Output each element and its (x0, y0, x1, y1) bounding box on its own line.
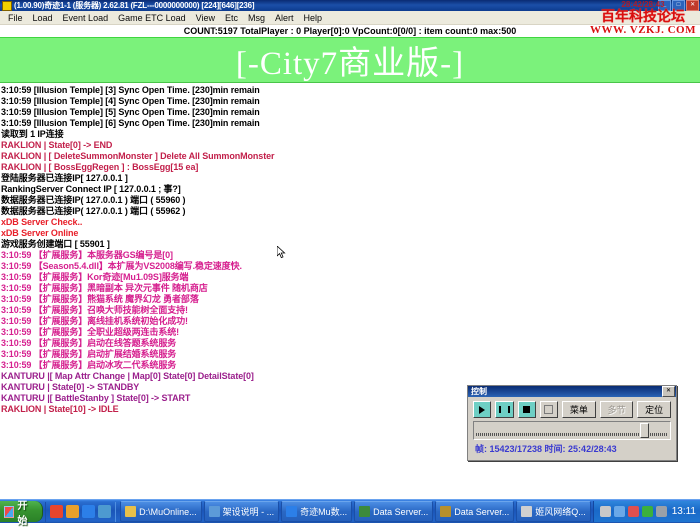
start-button-label: 开始 (17, 497, 34, 527)
playback-status: 帧: 15423/17238 时间: 25:42/28:43 (468, 440, 676, 455)
taskbar-item[interactable]: Data Server... (354, 501, 433, 522)
windows-taskbar: 开始 D:\MuOnline... 架设说明 - ... 奇迹Mu数... Da… (0, 499, 700, 523)
log-line: 3:10:59 [Illusion Temple] [3] Sync Open … (0, 85, 700, 96)
globe-icon (286, 506, 297, 517)
printer-icon[interactable] (600, 506, 611, 517)
control-panel-close-icon[interactable]: ✕ (662, 386, 675, 397)
system-tray: 13:11 (593, 501, 700, 522)
log-line: 读取到 1 IP连接 (0, 129, 700, 140)
menu-item-game-etc-load[interactable]: Game ETC Load (113, 12, 191, 24)
menu-item-help[interactable]: Help (299, 12, 328, 24)
log-line: 3:10:59 【扩展服务】启动在线答题系统服务 (0, 338, 700, 349)
shield-icon[interactable] (628, 506, 639, 517)
log-line: xDB Server Check.. (0, 217, 700, 228)
server-icon (440, 506, 451, 517)
log-line: 登陆服务器已连接IP[ 127.0.0.1 ] (0, 173, 700, 184)
menu-item-event-load[interactable]: Event Load (58, 12, 114, 24)
menubar: File Load Event Load Game ETC Load View … (0, 11, 700, 25)
playback-slider-track (476, 433, 668, 436)
section-button: 多节 (600, 401, 634, 418)
log-line: xDB Server Online (0, 228, 700, 239)
window-titlebar[interactable]: (1.00.90)奇迹1-1 (服务器) 2.62.81 (FZL---0000… (0, 0, 700, 11)
tree-icon[interactable] (642, 506, 653, 517)
log-line: 3:10:59 【扩展服务】黑暗副本 异次元事件 随机商店 (0, 283, 700, 294)
qq-icon[interactable] (50, 505, 63, 518)
log-line: 游戏服务创建端口 [ 55901 ] (0, 239, 700, 250)
log-line: 数据服务器已连接IP( 127.0.0.1 ) 端口 ( 55960 ) (0, 195, 700, 206)
log-line: 3:10:59 【扩展服务】熊猫系统 魔界幻龙 勇者部落 (0, 294, 700, 305)
playback-slider[interactable] (473, 421, 671, 440)
clock-tray-icon[interactable] (656, 506, 667, 517)
log-line: 3:10:59 【Season5.4.dll】本扩展为VS2008编写.稳定速度… (0, 261, 700, 272)
taskbar-item-label: Data Server... (373, 507, 428, 517)
folder-icon[interactable] (98, 505, 111, 518)
windows-flag-icon (4, 506, 14, 518)
taskbar-item-label: Data Server... (454, 507, 509, 517)
log-line: 3:10:59 【扩展服务】全职业超级两连击系统! (0, 327, 700, 338)
log-line: 3:10:59 【扩展服务】启动扩展结婚系统服务 (0, 349, 700, 360)
media-icon[interactable] (82, 505, 95, 518)
taskbar-item-label: 姬风网络Q... (535, 505, 586, 518)
log-line: 3:10:59 【扩展服务】召唤大师技能树全面支持! (0, 305, 700, 316)
taskbar-item[interactable]: 架设说明 - ... (204, 501, 280, 522)
taskbar-item-label: 架设说明 - ... (223, 505, 275, 518)
menu-item-msg[interactable]: Msg (243, 12, 270, 24)
window-controls: _ □ ✕ (658, 0, 700, 11)
log-line: 3:10:59 【扩展服务】Kor奇迹[Mu1.09S]服务端 (0, 272, 700, 283)
log-line: 3:10:59 [Illusion Temple] [6] Sync Open … (0, 118, 700, 129)
taskbar-item[interactable]: 奇迹Mu数... (281, 501, 352, 522)
maximize-button[interactable]: □ (672, 0, 685, 11)
version-banner-text: [-City7商业版-] (236, 36, 464, 84)
folder-icon (125, 506, 136, 517)
version-banner: [-City7商业版-] (0, 37, 700, 83)
menu-button[interactable]: 菜单 (562, 401, 596, 418)
taskbar-item[interactable]: Data Server... (435, 501, 514, 522)
log-line: RAKLION | [ BossEggRegen ] : BossEgg[15 … (0, 162, 700, 173)
taskbar-item[interactable]: 姬风网络Q... (516, 501, 591, 522)
taskbar-item-label: 奇迹Mu数... (300, 505, 347, 518)
frame-step-button[interactable] (540, 401, 558, 418)
stop-button[interactable] (518, 401, 536, 418)
close-button[interactable]: ✕ (686, 0, 699, 11)
menu-item-load[interactable]: Load (28, 12, 58, 24)
control-panel-titlebar[interactable]: 控制 ✕ (468, 386, 676, 397)
network-icon[interactable] (614, 506, 625, 517)
log-line: 3:10:59 【扩展服务】启动冰攻二代系统服务 (0, 360, 700, 371)
start-button[interactable]: 开始 (0, 501, 43, 522)
chat-icon (521, 506, 532, 517)
control-panel-buttons: 菜单 多节 定位 (468, 397, 676, 420)
recorder-control-panel[interactable]: 控制 ✕ 菜单 多节 定位 帧: 15423/17238 时间: 25:42/2… (467, 385, 677, 461)
menu-item-view[interactable]: View (191, 12, 220, 24)
control-panel-title: 控制 (471, 386, 487, 397)
taskbar-clock[interactable]: 13:11 (670, 506, 696, 517)
log-line: 3:10:59 【扩展服务】离线挂机系统初始化成功! (0, 316, 700, 327)
taskbar-item-label: D:\MuOnline... (139, 507, 197, 517)
log-line: KANTURU |[ Map Attr Change | Map[0] Stat… (0, 371, 700, 382)
taskbar-item[interactable]: D:\MuOnline... (120, 501, 202, 522)
taskbar-window-buttons: D:\MuOnline... 架设说明 - ... 奇迹Mu数... Data … (116, 501, 593, 522)
document-icon (209, 506, 220, 517)
log-line: 3:10:59 [Illusion Temple] [4] Sync Open … (0, 96, 700, 107)
menu-item-file[interactable]: File (3, 12, 28, 24)
minimize-button[interactable]: _ (658, 0, 671, 11)
log-line: 3:10:59 [Illusion Temple] [5] Sync Open … (0, 107, 700, 118)
app-icon (2, 1, 12, 11)
menu-item-etc[interactable]: Etc (220, 12, 243, 24)
playback-slider-thumb[interactable] (640, 423, 649, 438)
browser-icon[interactable] (66, 505, 79, 518)
server-icon (359, 506, 370, 517)
quick-launch-bar (45, 502, 116, 522)
pause-button[interactable] (495, 401, 513, 418)
log-line: RAKLION | [ DeleteSummonMonster ] Delete… (0, 151, 700, 162)
menu-item-alert[interactable]: Alert (270, 12, 299, 24)
locate-button[interactable]: 定位 (637, 401, 671, 418)
log-line: RankingServer Connect IP [ 127.0.0.1 ; 事… (0, 184, 700, 195)
window-title: (1.00.90)奇迹1-1 (服务器) 2.62.81 (FZL---0000… (14, 0, 658, 11)
log-line: 3:10:59 【扩展服务】本服务器GS编号是[0] (0, 250, 700, 261)
play-button[interactable] (473, 401, 491, 418)
log-line: RAKLION | State[0] -> END (0, 140, 700, 151)
log-line: 数据服务器已连接IP( 127.0.0.1 ) 端口 ( 55962 ) (0, 206, 700, 217)
